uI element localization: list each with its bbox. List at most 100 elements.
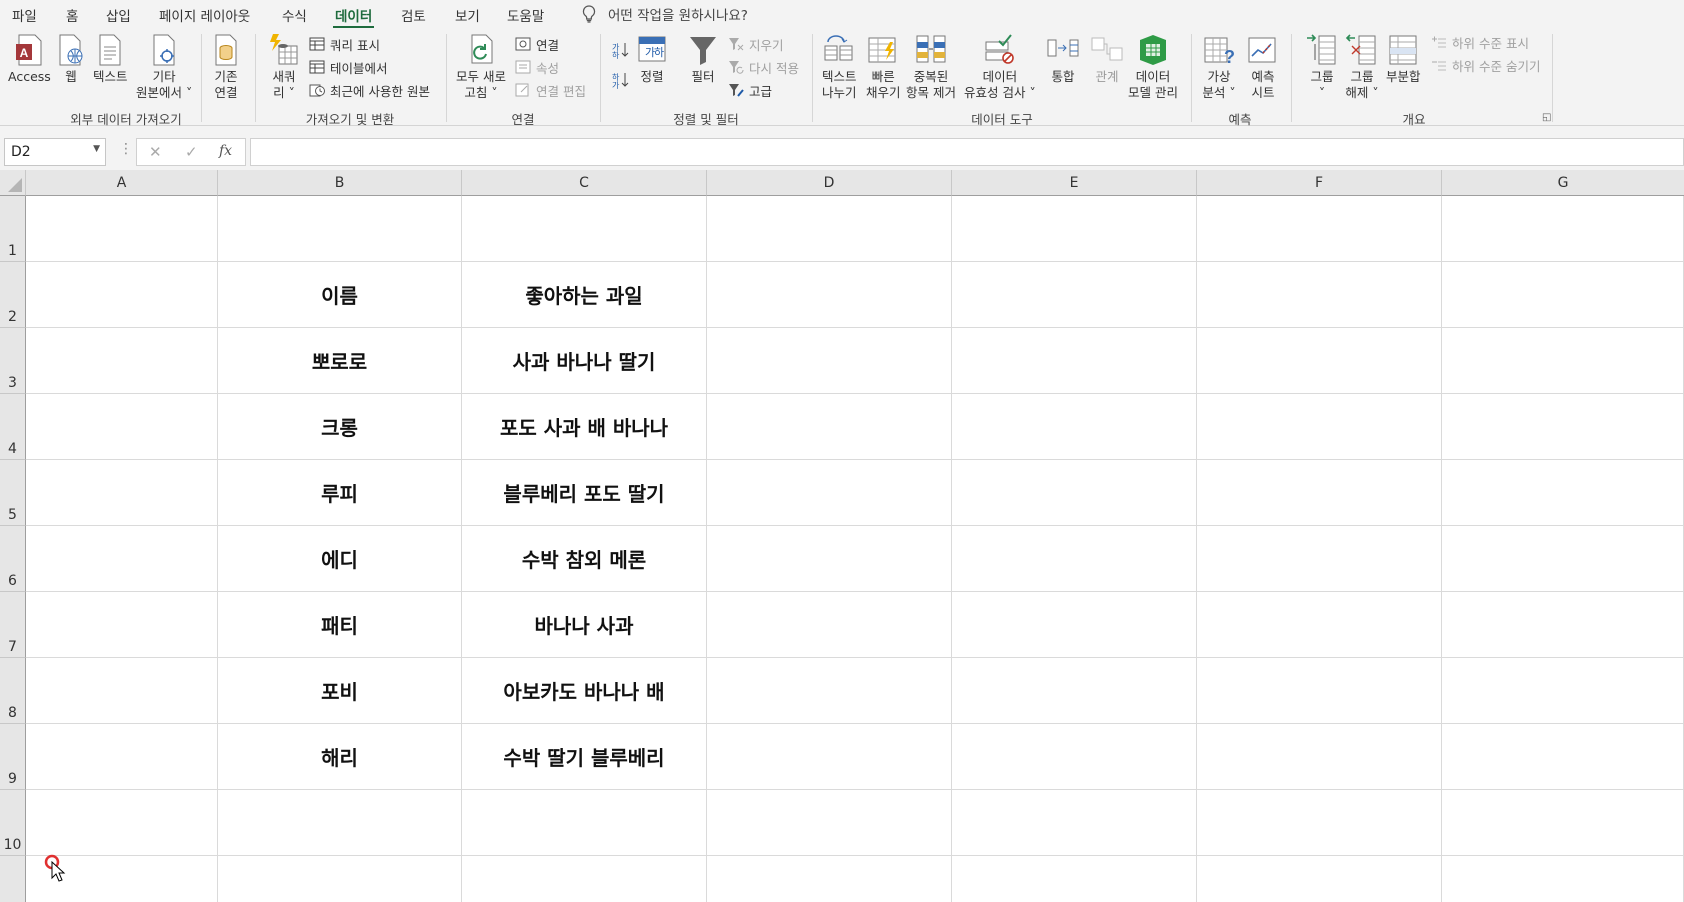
cell[interactable] — [1442, 856, 1684, 902]
subtotal-button[interactable]: 부분합 — [1386, 32, 1421, 85]
cell[interactable] — [26, 394, 218, 460]
column-header-g[interactable]: G — [1442, 170, 1684, 196]
cancel-entry-icon[interactable]: ✕ — [149, 143, 162, 161]
cell[interactable] — [1442, 460, 1684, 526]
column-header-d[interactable]: D — [707, 170, 952, 196]
cell[interactable] — [1197, 196, 1442, 262]
cell[interactable] — [952, 790, 1197, 856]
tab-view[interactable]: 보기 — [455, 5, 480, 25]
column-header-b[interactable]: B — [218, 170, 462, 196]
remove-duplicates-button[interactable]: 중복된 항목 제거 — [906, 32, 956, 101]
row-header-9[interactable]: 9 — [0, 724, 26, 790]
cell[interactable] — [462, 196, 707, 262]
tab-formulas[interactable]: 수식 — [282, 5, 307, 25]
row-header-8[interactable]: 8 — [0, 658, 26, 724]
column-header-c[interactable]: C — [462, 170, 707, 196]
flash-fill-button[interactable]: 빠른 채우기 — [866, 32, 901, 101]
cell[interactable] — [1442, 526, 1684, 592]
tell-me-search[interactable]: 어떤 작업을 원하시나요? — [582, 4, 748, 24]
cell[interactable] — [1197, 394, 1442, 460]
cell[interactable] — [1442, 196, 1684, 262]
insert-function-icon[interactable]: fx — [219, 143, 232, 159]
confirm-entry-icon[interactable]: ✓ — [185, 143, 198, 161]
cell[interactable] — [1442, 328, 1684, 394]
cell[interactable] — [952, 658, 1197, 724]
reapply-button[interactable]: 다시 적용 — [728, 57, 799, 77]
connections-button[interactable]: 연결 — [515, 34, 559, 54]
cell[interactable] — [952, 196, 1197, 262]
manage-data-model-button[interactable]: 데이터 모델 관리 — [1128, 32, 1178, 101]
header-cell-name[interactable]: 이름 — [218, 262, 462, 328]
cell[interactable] — [707, 856, 952, 902]
sort-descending-button[interactable]: 하가 — [611, 70, 634, 90]
table-cell-fruit[interactable]: 수박 참외 메론 — [462, 526, 707, 592]
table-cell-fruit[interactable]: 사과 바나나 딸기 — [462, 328, 707, 394]
table-cell-name[interactable]: 해리 — [218, 724, 462, 790]
tab-insert[interactable]: 삽입 — [106, 5, 131, 25]
cell[interactable] — [26, 790, 218, 856]
cell-d2[interactable] — [707, 262, 952, 328]
from-text-button[interactable]: 텍스트 — [93, 32, 128, 85]
cell[interactable] — [26, 328, 218, 394]
cell[interactable] — [462, 790, 707, 856]
filter-button[interactable]: 필터 — [688, 32, 718, 85]
hide-detail-button[interactable]: 하위 수준 숨기기 — [1431, 55, 1540, 75]
clear-filter-button[interactable]: 지우기 — [728, 34, 784, 54]
table-cell-name[interactable]: 뽀로로 — [218, 328, 462, 394]
cell[interactable] — [1197, 790, 1442, 856]
cell[interactable] — [218, 196, 462, 262]
cell[interactable] — [26, 460, 218, 526]
cell[interactable] — [1197, 724, 1442, 790]
cell[interactable] — [26, 196, 218, 262]
cell[interactable] — [952, 856, 1197, 902]
cell[interactable] — [1197, 658, 1442, 724]
row-header-3[interactable]: 3 — [0, 328, 26, 394]
forecast-sheet-button[interactable]: 예측 시트 — [1246, 32, 1280, 101]
row-header-6[interactable]: 6 — [0, 526, 26, 592]
chevron-down-icon[interactable]: ▼ — [93, 144, 100, 154]
row-header-7[interactable]: 7 — [0, 592, 26, 658]
cell[interactable] — [707, 724, 952, 790]
name-box[interactable]: D2 ▼ — [4, 138, 106, 166]
refresh-all-button[interactable]: 모두 새로 고침 ˅ — [456, 32, 506, 101]
row-header-4[interactable]: 4 — [0, 394, 26, 460]
table-cell-name[interactable]: 크롱 — [218, 394, 462, 460]
from-access-button[interactable]: A Access — [8, 32, 51, 85]
cell[interactable] — [26, 658, 218, 724]
group-button[interactable]: 그룹 ˅ — [1305, 32, 1339, 101]
cell[interactable] — [952, 262, 1197, 328]
properties-button[interactable]: 속성 — [515, 57, 559, 77]
cell[interactable] — [1197, 262, 1442, 328]
tab-help[interactable]: 도움말 — [507, 5, 544, 25]
ungroup-button[interactable]: 그룹 해제 ˅ — [1345, 32, 1379, 101]
cell[interactable] — [952, 460, 1197, 526]
tab-review[interactable]: 검토 — [401, 5, 426, 25]
advanced-filter-button[interactable]: 고급 — [728, 80, 772, 100]
cell[interactable] — [1442, 658, 1684, 724]
cell[interactable] — [952, 394, 1197, 460]
cell[interactable] — [707, 592, 952, 658]
table-cell-fruit[interactable]: 포도 사과 배 바나나 — [462, 394, 707, 460]
cell[interactable] — [707, 196, 952, 262]
from-other-sources-button[interactable]: 기타 원본에서 ˅ — [136, 32, 192, 101]
show-detail-button[interactable]: 하위 수준 표시 — [1431, 32, 1529, 52]
cell[interactable] — [1442, 262, 1684, 328]
table-cell-name[interactable]: 패티 — [218, 592, 462, 658]
recent-sources-button[interactable]: 최근에 사용한 원본 — [309, 80, 430, 100]
header-cell-fruit[interactable]: 좋아하는 과일 — [462, 262, 707, 328]
cell[interactable] — [26, 724, 218, 790]
show-queries-button[interactable]: 쿼리 표시 — [309, 34, 380, 54]
cell[interactable] — [707, 394, 952, 460]
cell[interactable] — [26, 592, 218, 658]
cell[interactable] — [1197, 460, 1442, 526]
data-validation-button[interactable]: 데이터 유효성 검사 ˅ — [964, 32, 1036, 101]
cell[interactable] — [218, 856, 462, 902]
relationships-button[interactable]: 관계 — [1090, 32, 1124, 85]
cell[interactable] — [707, 526, 952, 592]
from-web-button[interactable]: 웹 — [56, 32, 86, 85]
more-options-icon[interactable]: ⋮ — [119, 141, 133, 157]
row-header-1[interactable]: 1 — [0, 196, 26, 262]
cell[interactable] — [1442, 592, 1684, 658]
table-cell-fruit[interactable]: 아보카도 바나나 배 — [462, 658, 707, 724]
table-cell-name[interactable]: 에디 — [218, 526, 462, 592]
